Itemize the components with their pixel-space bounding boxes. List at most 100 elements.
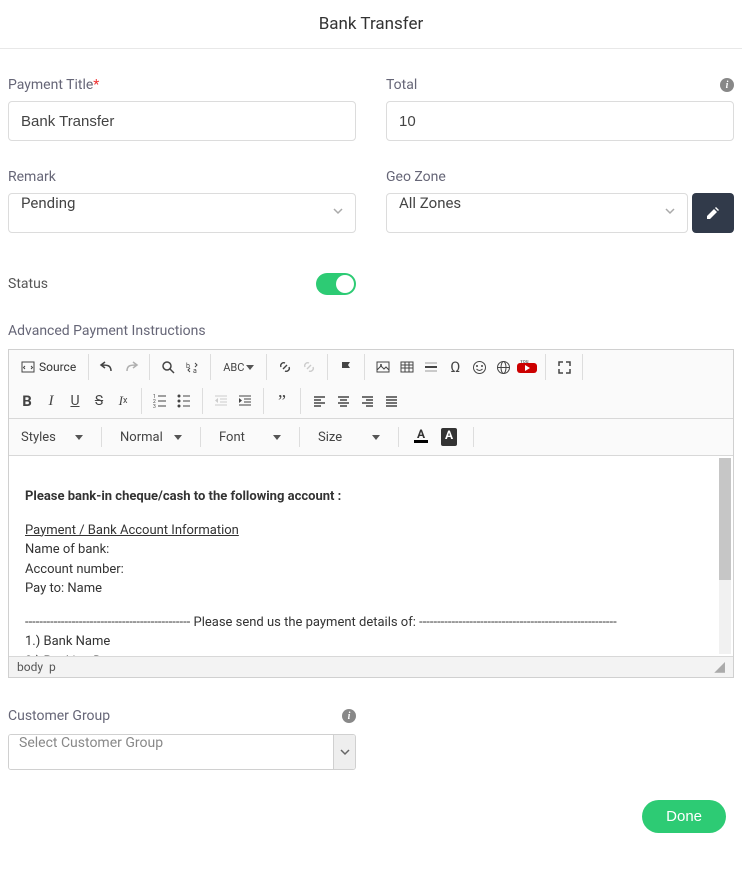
editor-toolbar-2: Styles Normal Font Size A A [9,419,733,456]
align-justify-icon [384,394,399,409]
bg-color-button[interactable]: A [439,426,461,448]
remark-label: Remark [8,169,356,185]
editor-line: Name of bank: [25,542,109,557]
youtube-icon: You [517,360,537,374]
youtube-button[interactable]: You [515,355,539,379]
status-toggle[interactable] [316,273,356,295]
outdent-icon [213,393,229,409]
ol-icon: 123 [152,393,168,409]
info-icon[interactable]: i [342,709,356,723]
editor-toolbar-1: Source ba ABC [9,350,733,419]
search-icon [161,360,176,375]
remark-select[interactable]: Pending [8,193,356,233]
specialchar-button[interactable]: Ω [443,355,467,379]
editor-line: Pay to: Name [25,581,102,596]
chevron-down-icon [340,747,350,757]
editor-line: 1.) Bank Name [25,634,110,649]
unlink-icon [301,359,317,375]
svg-text:You: You [520,360,529,365]
total-label: Total i [386,77,734,93]
replace-button[interactable]: ba [180,355,204,379]
hr-icon [423,359,439,375]
bullet-list-button[interactable] [172,389,196,413]
geo-zone-label: Geo Zone [386,169,734,185]
maximize-button[interactable] [552,355,576,379]
globe-icon [496,360,511,375]
indent-button[interactable] [233,389,257,413]
styles-dropdown[interactable]: Styles [15,425,89,449]
payment-title-input[interactable] [8,101,356,141]
remove-format-button[interactable]: Ix [111,389,135,413]
image-icon [375,359,391,375]
flag-icon [339,360,354,375]
customer-group-select[interactable]: Select Customer Group [9,735,333,769]
undo-icon [99,359,115,375]
link-icon [277,359,293,375]
edit-icon [705,205,721,221]
undo-button[interactable] [95,355,119,379]
instructions-label: Advanced Payment Instructions [8,323,734,339]
link-button[interactable] [273,355,297,379]
customer-group-label: Customer Group [8,708,110,724]
editor-content-area[interactable]: Please bank-in cheque/cash to the follow… [9,456,733,656]
form-content: Payment Title* Total i Remark Pending Ge… [0,77,742,863]
anchor-button[interactable] [334,355,358,379]
italic-button[interactable]: I [39,389,63,413]
align-right-icon [360,394,375,409]
redo-button[interactable] [119,355,143,379]
outdent-button[interactable] [209,389,233,413]
hr-button[interactable] [419,355,443,379]
editor-line: Account number: [25,562,124,577]
page-title: Bank Transfer [0,0,742,49]
geo-zone-edit-button[interactable] [692,193,734,233]
path-p[interactable]: p [49,660,56,674]
done-button[interactable]: Done [642,800,726,833]
align-right-button[interactable] [355,389,379,413]
editor-scrollbar[interactable] [719,458,731,654]
replace-icon: ba [185,360,200,375]
spellcheck-button[interactable]: ABC [217,355,260,379]
resize-grip-icon[interactable]: ◢ [714,662,725,672]
numbered-list-button[interactable]: 123 [148,389,172,413]
table-button[interactable] [395,355,419,379]
align-center-button[interactable] [331,389,355,413]
indent-icon [237,393,253,409]
svg-text:3: 3 [153,404,156,409]
table-icon [399,359,415,375]
bold-button[interactable]: B [15,389,39,413]
ul-icon [176,393,192,409]
image-button[interactable] [371,355,395,379]
font-dropdown[interactable]: Font [213,425,287,449]
editor-path-bar: body p ◢ [9,656,733,677]
path-body[interactable]: body [17,660,43,674]
editor-line: 2.) Banking Date [25,654,120,657]
editor-line: Payment / Bank Account Information [25,523,239,538]
smiley-icon [472,360,487,375]
redo-icon [123,359,139,375]
iframe-button[interactable] [491,355,515,379]
editor-line: ----------------------------------------… [25,615,617,630]
source-button[interactable]: Source [15,355,82,379]
find-button[interactable] [156,355,180,379]
total-input[interactable] [386,101,734,141]
blockquote-button[interactable]: ” [270,389,294,413]
required-mark: * [93,77,99,93]
emoji-button[interactable] [467,355,491,379]
size-dropdown[interactable]: Size [312,425,386,449]
maximize-icon [557,360,572,375]
text-color-button[interactable]: A [411,426,433,448]
rich-text-editor: Source ba ABC [8,349,734,678]
format-dropdown[interactable]: Normal [114,425,188,449]
geo-zone-select[interactable]: All Zones [386,193,688,233]
strike-button[interactable]: S [87,389,111,413]
unlink-button[interactable] [297,355,321,379]
info-icon[interactable]: i [720,78,734,92]
align-left-button[interactable] [307,389,331,413]
underline-button[interactable]: U [63,389,87,413]
payment-title-label: Payment Title* [8,77,356,93]
source-icon [21,360,35,374]
customer-group-handle[interactable] [333,735,355,769]
align-center-icon [336,394,351,409]
align-justify-button[interactable] [379,389,403,413]
editor-line: Please bank-in cheque/cash to the follow… [25,487,717,507]
